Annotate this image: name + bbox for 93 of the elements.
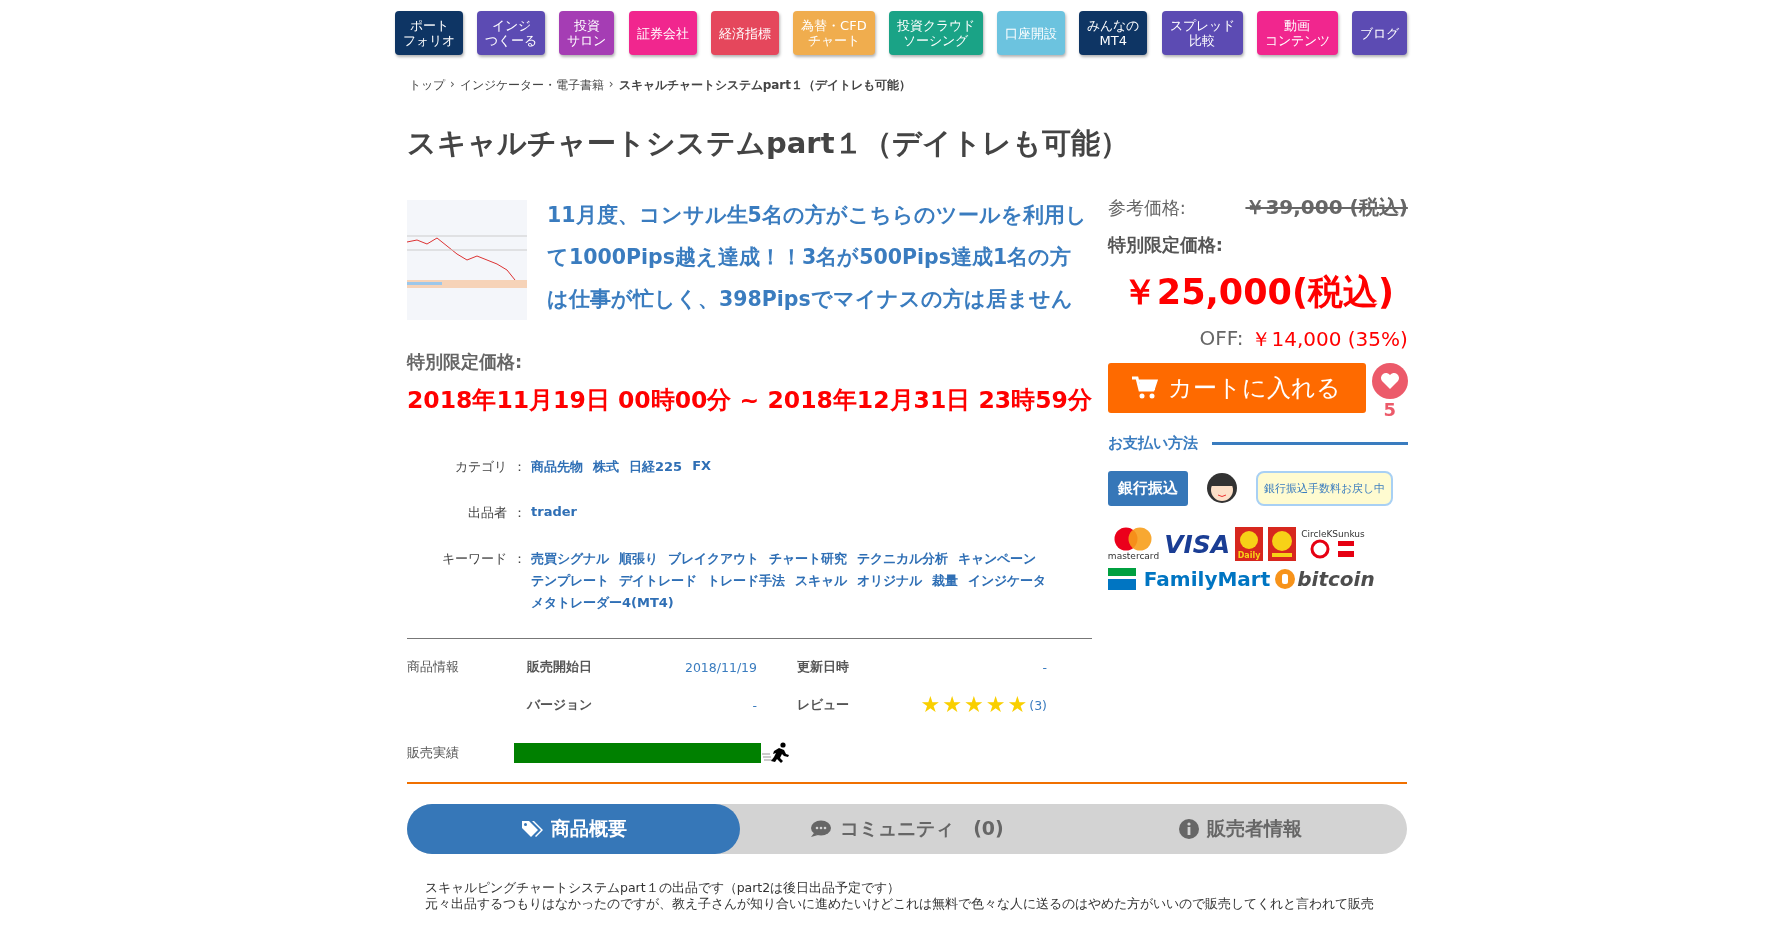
info-value: - — [751, 697, 757, 713]
nav-button[interactable]: 証券会社 — [628, 11, 697, 55]
nav-button[interactable]: スプレッド 比較 — [1161, 11, 1243, 55]
star-icon: ★ — [942, 696, 963, 714]
tag-link[interactable]: 日経225 — [629, 458, 683, 476]
tab[interactable]: 販売者情報 — [1073, 804, 1407, 854]
meta-label: 出品者 — [467, 504, 507, 522]
nav-button[interactable]: ブログ — [1352, 11, 1407, 55]
heart-icon — [1379, 372, 1400, 390]
tag-link[interactable]: テクニカル分析 — [857, 550, 948, 568]
catch-copy: 11月度、コンサル生5名の方がこちらのツールを利用して1000Pips越え達成！！3名が500Pips達成1名の方は仕事が忙しく、398Pipsでマイナスの方は居ません — [547, 202, 1088, 313]
payment-heading: お支払い方法 — [1107, 434, 1198, 453]
bank-transfer-button[interactable]: 銀行振込 — [1107, 470, 1188, 506]
reference-price: ￥39,000 (税込) — [1245, 194, 1408, 221]
meta-label: キーワード — [441, 550, 507, 568]
page-title: スキャルチャートシステムpart１（デイトレも可能） — [407, 125, 1131, 162]
sales-label: 販売実績 — [407, 744, 460, 762]
meta-separator: ： — [511, 504, 527, 522]
special-price-label: 特別限定価格: — [1107, 233, 1225, 257]
info-value: - — [1041, 660, 1047, 675]
tag-link[interactable]: キャンペーン — [958, 550, 1036, 568]
tag-link[interactable]: スキャル — [795, 572, 847, 590]
tab[interactable]: コミュニティ (0) — [740, 804, 1074, 854]
breadcrumb-link[interactable]: スキャルチャートシステムpart１（デイトレも可能） — [618, 77, 911, 94]
tag-link[interactable]: FX — [692, 458, 712, 476]
speech-bubble-icon — [810, 820, 833, 838]
store-logo — [1309, 539, 1356, 559]
store-stripes-icon — [1107, 568, 1136, 590]
star-icon: ★ — [920, 696, 941, 714]
meta-label: カテゴリ — [454, 458, 507, 476]
star-icon: ★ — [985, 696, 1006, 714]
coin-icon — [1275, 569, 1296, 589]
info-label: バージョン — [527, 696, 593, 714]
favorite-count: 5 — [1383, 399, 1397, 420]
info-label: 更新日時 — [797, 659, 850, 676]
nav-button[interactable]: インジ つくーる — [477, 11, 546, 55]
store-logo: Daily — [1235, 527, 1264, 561]
tags-icon — [520, 820, 543, 838]
discount-amount: ￥14,000 (35%) — [1251, 326, 1408, 353]
reference-price-label: 参考価格: — [1107, 195, 1186, 220]
tag-link[interactable]: トレード手法 — [707, 572, 785, 590]
running-person-icon — [760, 742, 791, 764]
tag-link[interactable]: インジケータ — [968, 572, 1046, 590]
store-logo: FamilyMart — [1143, 567, 1271, 591]
cart-icon — [1132, 376, 1159, 400]
favorite-button[interactable] — [1371, 363, 1408, 399]
add-to-cart-button[interactable]: カートに入れる — [1107, 363, 1366, 413]
nav-button[interactable]: ポート フォリオ — [395, 11, 463, 55]
info-heading: 商品情報 — [407, 659, 460, 676]
tag-link[interactable]: オリジナル — [857, 572, 922, 590]
tag-link[interactable]: 株式 — [593, 458, 619, 476]
breadcrumb-separator: › — [450, 77, 455, 93]
description-text: 元々出品するつもりはなかったのですが、教え子さんが知り合いに進めたいけどこれは無料で色々な人に送るのはやめた方がいいので販売してくれと言われて販売 — [425, 896, 1375, 912]
nav-button[interactable]: 経済指標 — [710, 11, 779, 55]
tag-link[interactable]: 順張り — [619, 550, 658, 568]
store-logo-text: CircleKSunkus — [1301, 529, 1365, 539]
tag-link[interactable]: 裁量 — [932, 572, 958, 590]
card-circles-icon — [1113, 527, 1154, 551]
tag-link[interactable]: メタトレーダー4(MT4) — [531, 594, 674, 612]
meta-separator: ： — [511, 458, 527, 476]
tab[interactable]: 商品概要 — [407, 804, 741, 854]
nav-button[interactable]: 動画 コンテンツ — [1256, 11, 1338, 55]
sale-label: 特別限定価格: — [407, 350, 524, 374]
star-icon: ★ — [964, 696, 984, 714]
tag-link[interactable]: ブレイクアウト — [668, 550, 759, 568]
breadcrumb-separator: › — [608, 77, 614, 93]
breadcrumb-link[interactable]: インジケーター・電子書籍 — [459, 77, 604, 94]
payment-logo: bitcoin — [1297, 567, 1375, 591]
nav-button[interactable]: みんなの MT4 — [1079, 11, 1148, 55]
breadcrumb-link[interactable]: トップ — [409, 77, 445, 94]
nav-button[interactable]: 投資 サロン — [559, 11, 615, 55]
sale-period: 2018年11月19日 00時00分 ~ 2018年12月31日 23時59分 — [407, 385, 1092, 416]
discount-label: OFF: — [1199, 326, 1244, 352]
special-price: ￥25,000(税込) — [1120, 271, 1395, 314]
tag-link[interactable]: 商品先物 — [531, 458, 583, 476]
description-text: スキャルピングチャートシステムpart１の出品です（part2は後日出品予定です） — [425, 880, 902, 896]
info-label: 販売開始日 — [527, 659, 593, 676]
card-logo-text: mastercard — [1107, 551, 1160, 561]
review-count[interactable]: (3) — [1029, 697, 1047, 713]
store-logo — [1268, 527, 1297, 561]
info-value: 2018/11/19 — [683, 660, 757, 675]
info-icon — [1178, 819, 1199, 839]
tag-link[interactable]: テンプレート — [531, 572, 609, 590]
star-icon: ★ — [1007, 696, 1028, 714]
meta-separator: ： — [511, 550, 527, 568]
card-logo: VISA — [1164, 529, 1231, 559]
tag-link[interactable]: trader — [531, 504, 577, 522]
info-label: レビュー — [797, 696, 850, 714]
nav-button[interactable]: 投資クラウド ソーシング — [888, 11, 983, 55]
speech-bubble: 銀行振込手数料お戻し中 — [1255, 470, 1393, 506]
tag-link[interactable]: チャート研究 — [769, 550, 847, 568]
tag-link[interactable]: 売買シグナル — [531, 550, 609, 568]
tag-link[interactable]: デイトレード — [619, 572, 697, 590]
